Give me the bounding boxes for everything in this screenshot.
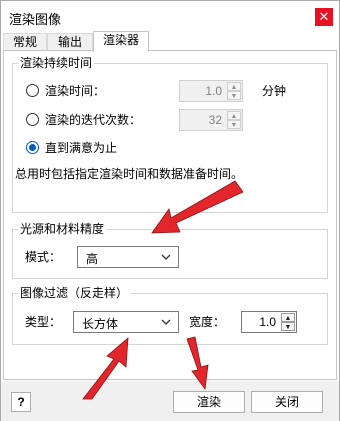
mode-select-value: 高 bbox=[86, 252, 99, 266]
lighting-group: 光源和材料精度 模式： 高 bbox=[12, 222, 328, 279]
render-iterations-spinner: 32 ▲ ▼ bbox=[179, 109, 243, 131]
filter-group: 图像过滤（反走样） 类型： 长方体 宽度： 1.0 ▲ ▼ bbox=[12, 286, 328, 345]
help-icon[interactable]: ? bbox=[11, 392, 31, 412]
render-iterations-value: 32 bbox=[208, 113, 222, 127]
dialog-footer: ? 渲染 关闭 bbox=[1, 381, 339, 421]
filter-type-value: 长方体 bbox=[82, 317, 119, 331]
mode-label: 模式： bbox=[25, 250, 62, 264]
radio-render-time[interactable] bbox=[26, 84, 39, 97]
mode-select[interactable]: 高 bbox=[77, 246, 179, 268]
render-time-spinner: 1.0 ▲ ▼ bbox=[179, 80, 243, 102]
filter-type-label: 类型： bbox=[25, 315, 62, 329]
render-time-unit: 分钟 bbox=[262, 84, 287, 98]
render-button[interactable]: 渲染 bbox=[173, 391, 245, 413]
filter-type-select[interactable]: 长方体 bbox=[73, 311, 179, 333]
spin-up-icon: ▲ bbox=[227, 111, 241, 120]
chevron-down-icon bbox=[161, 254, 171, 260]
render-time-spin-buttons: ▲ ▼ bbox=[227, 82, 241, 100]
filter-width-value: 1.0 bbox=[259, 315, 276, 329]
render-iterations-spin-buttons: ▲ ▼ bbox=[227, 111, 241, 129]
window-title: 渲染图像 bbox=[9, 12, 62, 27]
close-icon[interactable]: ✕ bbox=[315, 8, 333, 26]
spin-down-icon[interactable]: ▼ bbox=[281, 322, 295, 331]
filter-width-spinner[interactable]: 1.0 ▲ ▼ bbox=[241, 311, 297, 333]
lighting-group-title: 光源和材料精度 bbox=[18, 222, 107, 236]
tab-renderer[interactable]: 渲染器 bbox=[93, 31, 149, 52]
spin-up-icon: ▲ bbox=[227, 82, 241, 91]
renderer-panel: 渲染持续时间 渲染时间： 1.0 ▲ ▼ 分钟 渲染的迭代次数： 32 ▲ ▼ bbox=[3, 50, 337, 380]
render-iterations-label: 渲染的迭代次数： bbox=[45, 113, 142, 127]
until-satisfied-label: 直到满意为止 bbox=[45, 141, 118, 155]
render-time-value: 1.0 bbox=[205, 84, 222, 98]
spin-down-icon: ▼ bbox=[227, 120, 241, 129]
radio-until-satisfied[interactable] bbox=[26, 141, 39, 154]
duration-note: 总用时包括指定渲染时间和数据准备时间。 bbox=[15, 167, 244, 181]
render-time-label: 渲染时间： bbox=[45, 84, 106, 98]
tab-output[interactable]: 输出 bbox=[47, 33, 93, 51]
tab-bar: 常规 输出 渲染器 bbox=[1, 31, 339, 52]
filter-width-spin-buttons: ▲ ▼ bbox=[281, 313, 295, 331]
chevron-down-icon bbox=[161, 319, 171, 325]
duration-group-title: 渲染持续时间 bbox=[18, 56, 95, 70]
radio-render-iterations[interactable] bbox=[26, 113, 39, 126]
spin-up-icon[interactable]: ▲ bbox=[281, 313, 295, 322]
filter-width-label: 宽度： bbox=[189, 315, 226, 329]
spin-down-icon: ▼ bbox=[227, 91, 241, 100]
filter-group-title: 图像过滤（反走样） bbox=[18, 286, 131, 300]
render-image-dialog: 渲染图像 ✕ 常规 输出 渲染器 渲染持续时间 渲染时间： 1.0 ▲ ▼ 分钟… bbox=[0, 0, 340, 421]
tab-general[interactable]: 常规 bbox=[3, 33, 47, 51]
close-button[interactable]: 关闭 bbox=[251, 391, 323, 413]
title-bar: 渲染图像 ✕ bbox=[1, 1, 339, 31]
duration-group: 渲染持续时间 渲染时间： 1.0 ▲ ▼ 分钟 渲染的迭代次数： 32 ▲ ▼ bbox=[12, 56, 328, 213]
